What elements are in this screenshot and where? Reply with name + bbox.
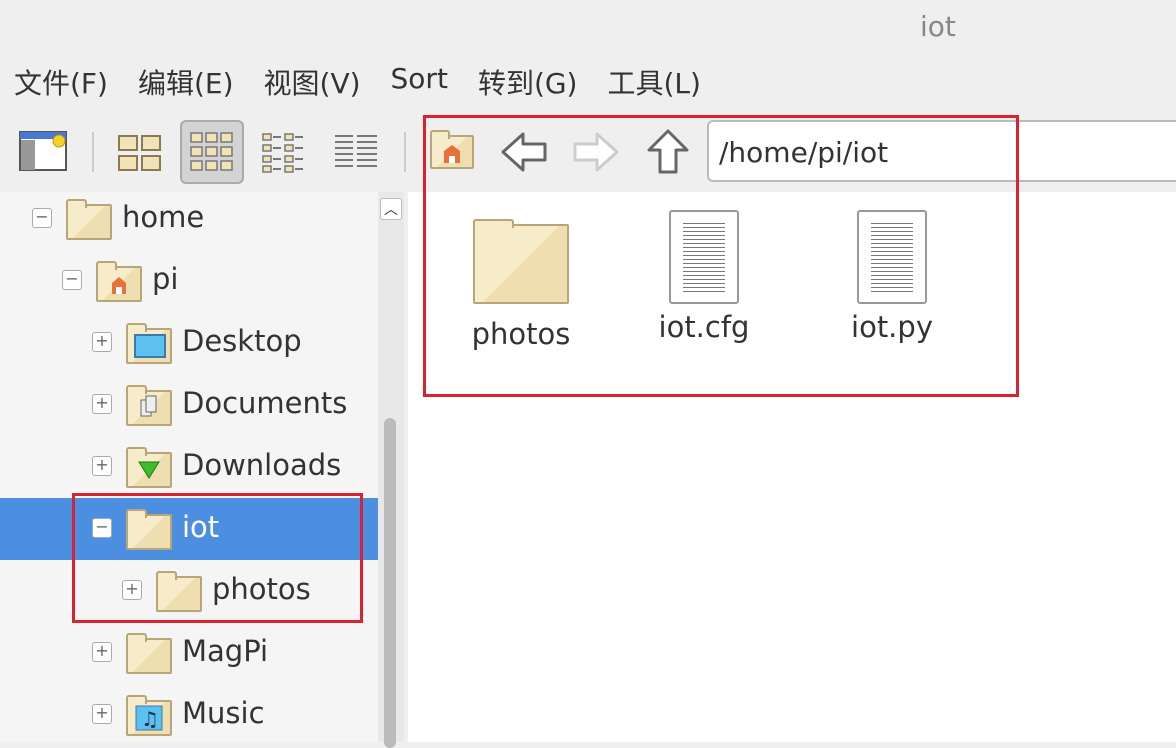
tree-item-documents[interactable]: + Documents	[0, 374, 378, 436]
menu-view[interactable]: 视图(V)	[264, 62, 361, 102]
tree-label: pi	[152, 262, 179, 296]
tree-item-home[interactable]: − home	[0, 192, 378, 250]
music-folder-icon: ♫	[126, 695, 172, 736]
downloads-folder-icon	[126, 447, 172, 488]
compact-view-button[interactable]	[252, 120, 316, 184]
icon-view-button[interactable]	[180, 120, 244, 184]
new-window-icon	[19, 131, 67, 171]
tree-item-music[interactable]: + ♫ Music	[0, 684, 378, 742]
desktop-folder-icon	[126, 323, 172, 364]
collapse-toggle[interactable]: −	[62, 270, 82, 290]
tree-item-desktop[interactable]: + Desktop	[0, 312, 378, 374]
highlight-box-tree	[72, 493, 363, 623]
collapse-toggle[interactable]: −	[32, 208, 52, 228]
expand-toggle[interactable]: +	[92, 332, 112, 352]
tree-label: Downloads	[182, 448, 342, 482]
folder-icon	[66, 199, 112, 240]
large-icons-view-button[interactable]	[108, 120, 172, 184]
large-icons-icon	[118, 135, 161, 171]
documents-folder-icon	[126, 385, 172, 426]
scrollbar-thumb[interactable]	[384, 418, 396, 748]
compact-view-icon	[262, 133, 303, 173]
window-title: iot	[920, 10, 956, 43]
list-view-icon	[335, 135, 377, 167]
tree-label: MagPi	[182, 634, 269, 668]
expand-toggle[interactable]: +	[92, 394, 112, 414]
expand-toggle[interactable]: +	[92, 456, 112, 476]
tree-scrollbar[interactable]: ︿	[378, 192, 404, 748]
menu-edit[interactable]: 编辑(E)	[138, 62, 234, 102]
menu-tools[interactable]: 工具(L)	[607, 62, 700, 102]
tree-item-pi[interactable]: − pi	[0, 250, 378, 312]
tree-label: home	[122, 200, 205, 234]
scroll-up-button[interactable]: ︿	[380, 198, 402, 220]
menu-bar: 文件(F) 编辑(E) 视图(V) Sort 转到(G) 工具(L)	[14, 62, 701, 102]
home-folder-icon	[96, 261, 142, 302]
menu-file[interactable]: 文件(F)	[14, 62, 108, 102]
tree-label: Desktop	[182, 324, 302, 358]
tree-item-downloads[interactable]: + Downloads	[0, 436, 378, 498]
directory-tree: − home − pi + Desktop + Documents + Down…	[0, 192, 378, 742]
menu-go[interactable]: 转到(G)	[478, 62, 578, 102]
tree-label: Music	[182, 696, 265, 730]
folder-icon	[126, 633, 172, 674]
tree-item-magpi[interactable]: + MagPi	[0, 622, 378, 684]
tree-label: Documents	[182, 386, 348, 420]
detailed-list-view-button[interactable]	[324, 120, 388, 184]
expand-toggle[interactable]: +	[92, 642, 112, 662]
menu-sort[interactable]: Sort	[391, 62, 448, 102]
svg-text:♫: ♫	[141, 707, 159, 731]
expand-toggle[interactable]: +	[92, 704, 112, 724]
icon-view-icon	[190, 132, 233, 171]
new-window-button[interactable]	[12, 120, 76, 184]
highlight-box-toolbar-files	[423, 115, 1019, 397]
